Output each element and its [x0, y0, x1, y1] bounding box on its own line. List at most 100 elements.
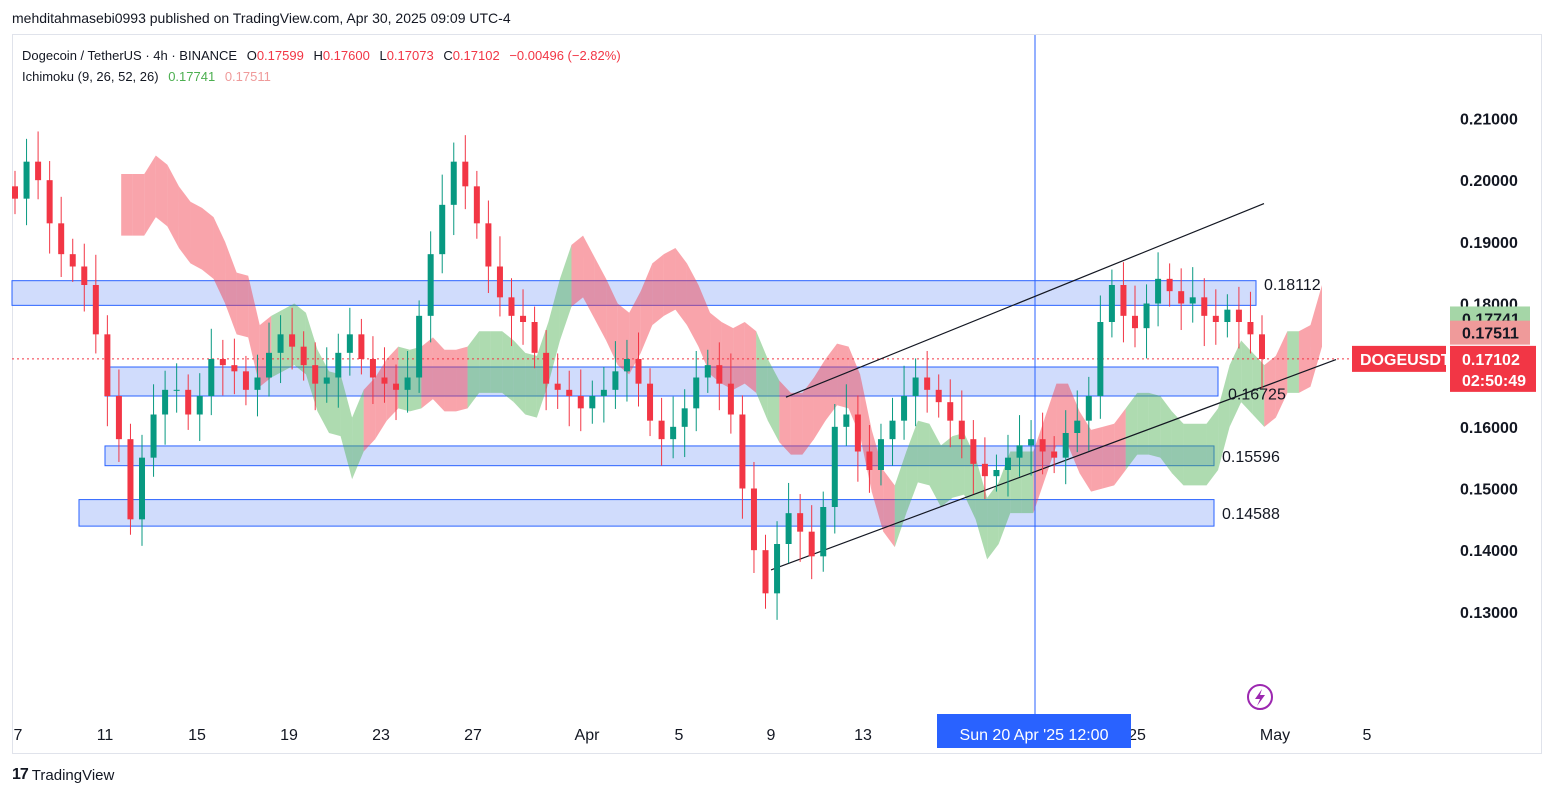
candle-body [208, 359, 215, 396]
candle-body [439, 204, 446, 255]
candle-body [924, 377, 931, 390]
candle-body [647, 383, 654, 421]
candle-body [993, 470, 1000, 477]
ichimoku-cloud-segment [190, 201, 203, 270]
zone-price-label: 0.14588 [1222, 506, 1280, 523]
legend-c-label: C [443, 48, 453, 63]
ichimoku-cloud-segment [178, 186, 191, 264]
candle-body [1259, 334, 1265, 359]
ichimoku-cloud-segment [721, 322, 734, 390]
candle-body [1004, 457, 1011, 470]
y-axis-tick-label: 0.21000 [1460, 112, 1518, 129]
ichimoku-cloud-segment [121, 174, 133, 236]
legend-ohlc-row: Dogecoin / TetherUS · 4h · BINANCE O0.17… [22, 45, 621, 66]
candle-body [1212, 315, 1219, 322]
ichimoku-cloud-segment [652, 254, 664, 326]
legend-change: −0.00496 (−2.82%) [509, 48, 621, 63]
y-axis-tick-label: 0.14000 [1460, 543, 1518, 560]
candle-body [1235, 309, 1242, 322]
candle-body [1201, 297, 1208, 316]
candle-body [300, 346, 307, 366]
legend-indicator-name[interactable]: Ichimoku (9, 26, 52, 26) [22, 69, 159, 84]
legend-close: 0.17102 [452, 48, 500, 63]
ichimoku-cloud-segment [1206, 408, 1219, 486]
candle-body [1016, 445, 1023, 458]
legend-symbol[interactable]: Dogecoin / TetherUS · 4h · BINANCE [22, 48, 237, 63]
ichimoku-cloud-segment [444, 349, 457, 412]
candle-body [427, 254, 434, 316]
ichimoku-cloud-segment [456, 346, 468, 412]
candle-body [231, 365, 238, 372]
y-axis-tick-label: 0.19000 [1460, 235, 1518, 252]
crosshair-time-label: Sun 20 Apr '25 12:00 [960, 727, 1109, 744]
y-axis-tick-label: 0.15000 [1460, 482, 1518, 499]
candle-body [127, 439, 134, 520]
candle-body [1224, 309, 1231, 322]
candle-body [670, 426, 677, 440]
x-axis-tick-label: May [1260, 727, 1290, 744]
ichimoku-cloud-segment [929, 423, 941, 507]
candle-body [393, 383, 400, 390]
candle-body [1085, 396, 1092, 421]
zone-price-label: 0.18112 [1264, 277, 1321, 294]
candle-body [115, 396, 122, 440]
candle-body [1143, 303, 1150, 329]
candle-body [612, 371, 619, 390]
support-resistance-zone [11, 280, 1257, 306]
candle-body [577, 396, 584, 409]
ichimoku-cloud-segment [733, 322, 745, 390]
ichimoku-cloud-segment [525, 352, 537, 418]
ichimoku-cloud-segment [202, 207, 214, 279]
tradingview-logo[interactable]: 17 TradingView [12, 766, 114, 784]
ichimoku-cloud-segment [1183, 423, 1195, 486]
ichimoku-cloud-segment [317, 349, 330, 433]
ichimoku-cloud-segment [675, 248, 687, 326]
ichimoku-cloud-segment [513, 340, 526, 415]
legend-open: 0.17599 [256, 48, 304, 63]
y-axis-tick-label: 0.13000 [1460, 605, 1518, 622]
candle-timer: 02:50:49 [1462, 373, 1526, 390]
candle-body [1120, 285, 1127, 316]
support-resistance-zone [78, 499, 1215, 527]
ichimoku-cloud-segment [1102, 423, 1115, 489]
candle-body [901, 396, 908, 421]
ichimoku-cloud-segment [583, 235, 595, 319]
ichimoku-cloud-segment [779, 380, 791, 455]
candle-body [808, 531, 815, 557]
candle-body [1097, 322, 1104, 396]
ichimoku-cloud-segment [144, 155, 156, 236]
ichimoku-cloud-segment [167, 164, 179, 248]
candle-body [416, 315, 423, 378]
legend-low: 0.17073 [386, 48, 434, 63]
x-axis-tick-label: 23 [372, 727, 390, 744]
candle-body [543, 352, 550, 384]
ichimoku-cloud-segment [467, 331, 480, 409]
candle-body [496, 266, 503, 298]
ichimoku-cloud-segment [155, 155, 168, 227]
candle-body [1074, 420, 1081, 433]
ichimoku-cloud-segment [1010, 451, 1022, 514]
ichimoku-cloud-segment [1310, 285, 1322, 387]
candle-body [785, 513, 792, 544]
candle-body [797, 513, 804, 532]
ichimoku-cloud-segment [1287, 331, 1299, 393]
price-badge-value: 0.17511 [1462, 326, 1519, 343]
candle-body [1062, 433, 1069, 458]
candle-body [623, 359, 630, 372]
candle-body [704, 365, 711, 378]
zone-price-label: 0.15596 [1222, 449, 1280, 466]
x-axis-tick-label: Apr [575, 727, 601, 744]
candle-body [1108, 285, 1115, 322]
legend-l-label: L [379, 48, 387, 63]
candle-body [739, 414, 746, 489]
candle-body [774, 544, 781, 594]
ichimoku-cloud-segment [421, 337, 433, 409]
candle-body [12, 186, 18, 199]
candle-body [185, 389, 192, 415]
candle-body [981, 463, 988, 477]
candle-body [266, 352, 273, 378]
price-chart[interactable]: 0.18112 0.16725 0.15596 0.14588 0.21000 0.200… [0, 0, 1554, 798]
candle-body [554, 383, 561, 390]
candle-body [35, 161, 42, 181]
candle-body [889, 420, 896, 440]
